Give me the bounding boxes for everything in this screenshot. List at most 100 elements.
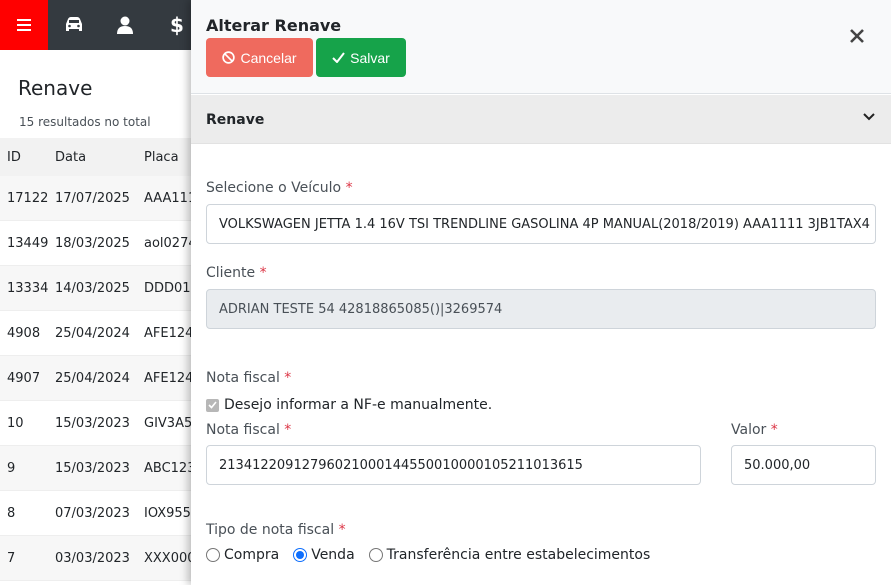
cell-id: 8 [7,505,16,521]
column-header-id[interactable]: ID [0,150,55,165]
cell-plate: AAA111 [144,190,191,206]
nav-vehicles[interactable] [54,0,94,50]
required-mark: * [345,180,353,196]
table-row[interactable]: 13334 14/03/2025 DDD01 [0,266,191,311]
vehicle-select-value: VOLKSWAGEN JETTA 1.4 16V TSI TRENDLINE G… [219,216,870,232]
cell-date: 25/04/2024 [55,370,130,386]
required-mark: * [338,522,346,538]
vehicle-select[interactable]: VOLKSWAGEN JETTA 1.4 16V TSI TRENDLINE G… [206,204,876,244]
column-header-plate[interactable]: Placa [144,150,191,165]
tipo-label-text: Tipo de nota fiscal [206,522,335,538]
manual-nf-checkbox[interactable] [206,398,219,412]
cell-plate: GIV3A5 [144,415,191,431]
close-icon [850,29,864,43]
table-row[interactable]: 4907 25/04/2024 AFE124 [0,356,191,401]
cell-date: 18/03/2025 [55,235,130,251]
required-mark: * [284,370,292,386]
cell-date: 17/07/2025 [55,190,130,206]
valor-label-text: Valor [731,422,767,438]
tipo-option[interactable]: Venda [293,547,355,563]
cell-id: 4907 [7,370,41,386]
table-row[interactable]: 7 03/03/2023 XXX000 [0,536,191,581]
cell-id: 10 [7,415,24,431]
table-row[interactable]: 17122 17/07/2025 AAA111 [0,176,191,221]
tipo-radio-group: Compra Venda Transferência entre estabelec… [206,547,664,563]
close-button[interactable] [846,24,868,48]
client-field-value: ADRIAN TESTE 54 42818865085()|3269574 [219,301,503,317]
cell-id: 9 [7,460,16,476]
panel-header: Alterar Renave Cancelar Salvar [191,0,891,94]
manual-nf-option[interactable]: Desejo informar a NF-e manualmente. [206,397,492,413]
table-row[interactable]: 13449 18/03/2025 aol0274 [0,221,191,266]
renave-list-page: Renave 15 resultados no total ID Data Pl… [0,50,191,585]
nf-label: Nota fiscal * [206,422,291,438]
cell-date: 15/03/2023 [55,460,130,476]
car-icon [66,17,82,31]
cancel-button[interactable]: Cancelar [206,38,313,77]
cell-id: 7 [7,550,16,566]
cell-date: 15/03/2023 [55,415,130,431]
ban-icon [222,51,236,64]
nf-section-label: Nota fiscal * [206,370,291,386]
section-title: Renave [206,112,265,128]
manual-nf-label: Desejo informar a NF-e manualmente. [224,397,493,413]
nf-section-label-text: Nota fiscal [206,370,280,386]
tipo-option-label: Transferência entre estabelecimentos [386,547,651,563]
dollar-icon: $ [170,13,184,37]
chevron-down-icon [863,113,875,121]
client-label-text: Cliente [206,265,256,281]
cell-plate: XXX000 [144,550,191,566]
results-table: ID Data Placa 17122 17/07/2025 AAA111 13449… [0,138,191,581]
cell-date: 25/04/2024 [55,325,130,341]
check-icon [332,52,345,63]
table-header: ID Data Placa [0,138,191,176]
required-mark: * [284,422,292,438]
table-row[interactable]: 9 15/03/2023 ABC123 [0,446,191,491]
nav-users[interactable] [105,0,145,50]
cancel-label: Cancelar [240,49,297,66]
hamburger-icon [17,19,31,31]
panel-title: Alterar Renave [206,16,342,35]
menu-button[interactable] [0,0,48,50]
required-mark: * [770,422,778,438]
renave-section-toggle[interactable]: Renave [191,95,891,144]
cell-plate: aol0274 [144,235,191,251]
save-button[interactable]: Salvar [316,38,406,77]
vehicle-label: Selecione o Veículo * [206,180,353,196]
cell-id: 13449 [7,235,49,251]
nf-number-input[interactable]: 2134122091279602100014455001000010521101… [206,445,701,485]
table-row[interactable]: 8 07/03/2023 IOX955 [0,491,191,536]
valor-value: 50.000,00 [744,457,811,473]
radio-button[interactable] [206,548,220,562]
cell-plate: AFE124 [144,325,191,341]
cell-plate: IOX955 [144,505,191,521]
vehicle-label-text: Selecione o Veículo [206,180,342,196]
save-label: Salvar [350,49,390,66]
cell-id: 17122 [7,190,49,206]
cell-date: 07/03/2023 [55,505,130,521]
page-title: Renave [18,76,93,100]
cell-plate: AFE124 [144,370,191,386]
edit-renave-panel: Alterar Renave Cancelar Salvar Renave Se… [191,0,891,585]
check-icon [208,401,217,409]
table-row[interactable]: 4908 25/04/2024 AFE124 [0,311,191,356]
tipo-option[interactable]: Compra [206,547,279,563]
tipo-option[interactable]: Transferência entre estabelecimentos [368,547,651,563]
nf-number-value: 2134122091279602100014455001000010521101… [219,457,583,473]
radio-button[interactable] [368,548,383,562]
nf-label-text: Nota fiscal [206,422,280,438]
valor-label: Valor * [731,422,778,438]
required-mark: * [259,265,267,281]
cell-id: 13334 [7,280,49,296]
tipo-option-label: Compra [224,547,280,563]
radio-button[interactable] [293,548,308,562]
client-label: Cliente * [206,265,267,281]
client-field: ADRIAN TESTE 54 42818865085()|3269574 [206,289,876,329]
cell-date: 03/03/2023 [55,550,130,566]
cell-plate: DDD01 [144,280,191,296]
valor-input[interactable]: 50.000,00 [731,445,876,485]
column-header-date[interactable]: Data [55,150,144,165]
cell-id: 4908 [7,325,41,341]
table-row[interactable]: 10 15/03/2023 GIV3A5 [0,401,191,446]
results-count: 15 resultados no total [19,115,151,129]
